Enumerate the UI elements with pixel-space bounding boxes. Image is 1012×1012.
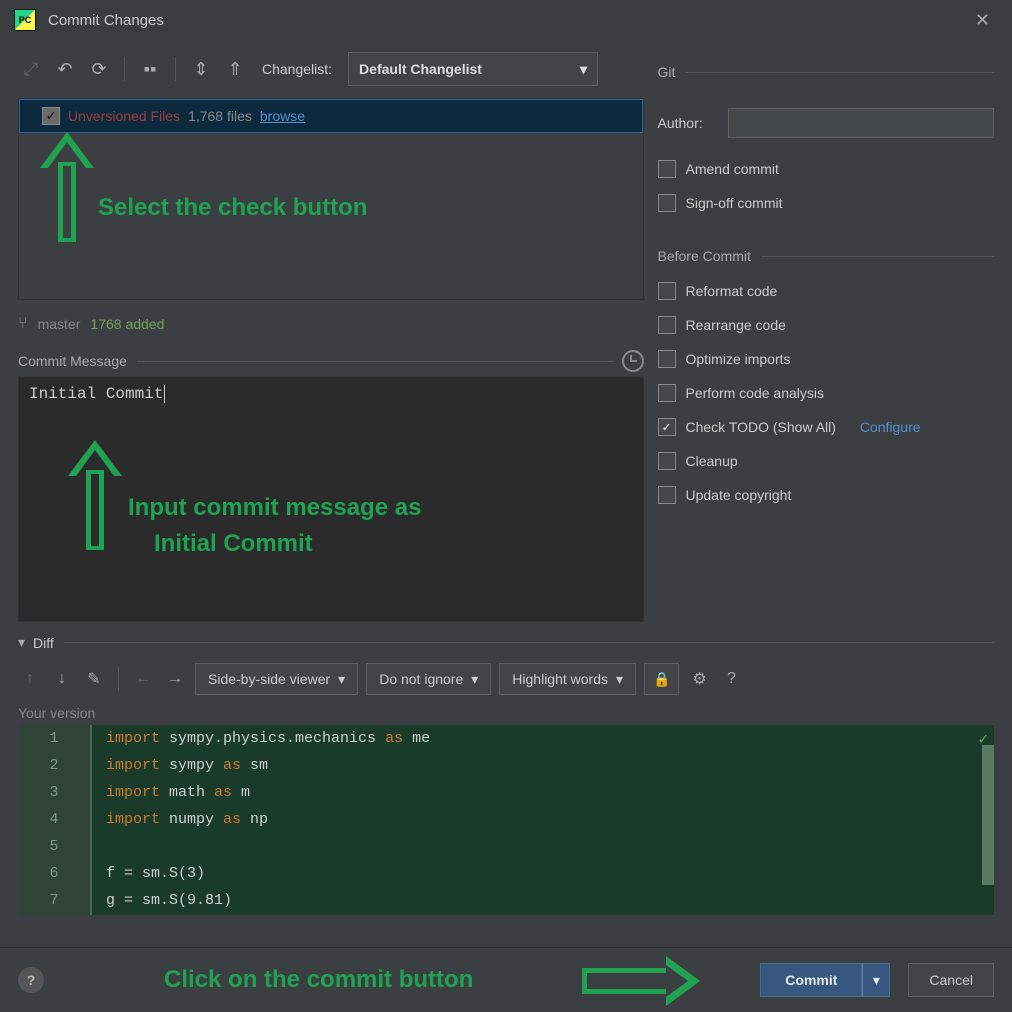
commit-message-header: Commit Message [18,350,644,372]
back-icon[interactable]: ← [131,667,155,691]
author-field: Author: [658,108,995,138]
changelist-label: Changelist: [262,61,332,77]
signoff-checkbox[interactable] [658,194,676,212]
undo-icon[interactable]: ↶ [52,56,78,82]
changelist-dropdown[interactable]: Default Changelist ▾ [348,52,598,86]
commit-dropdown[interactable]: ▾ [862,963,890,997]
configure-link[interactable]: Configure [860,419,921,435]
files-panel: ✓ Unversioned Files 1,768 files browse [18,98,644,300]
chevron-down-icon: ▾ [580,61,587,78]
branch-name: master [38,316,81,332]
group-icon[interactable]: ▪▪ [137,56,163,82]
diff-section-header[interactable]: ▾ Diff [18,634,994,651]
lock-button[interactable]: 🔒 [644,663,679,695]
reformat-checkbox[interactable] [658,282,676,300]
commit-dialog: PC Commit Changes ✕ ⤢ ↶ ⟳ ▪▪ ⇕ ⇑ Changel… [0,0,1012,1012]
git-section-header: Git [658,64,995,80]
todo-checkbox[interactable] [658,418,676,436]
dialog-footer: ? Commit ▾ Cancel [0,947,1012,1012]
gear-icon[interactable]: ⚙ [687,667,711,691]
author-label: Author: [658,115,728,131]
viewer-dropdown[interactable]: Side-by-side viewer▾ [195,663,358,695]
scrollbar[interactable] [982,745,994,885]
analysis-checkbox[interactable] [658,384,676,402]
copyright-checkbox[interactable] [658,486,676,504]
optimize-checkbox[interactable] [658,350,676,368]
history-icon[interactable] [622,350,644,372]
next-change-icon[interactable]: ↓ [50,667,74,691]
expand-icon[interactable]: ⤢ [18,56,44,82]
expand-all-icon[interactable]: ⇕ [188,56,214,82]
amend-label: Amend commit [686,161,779,177]
cancel-button[interactable]: Cancel [908,963,994,997]
amend-checkbox[interactable] [658,160,676,178]
branch-row: ⑂ master 1768 added [18,300,644,342]
prev-change-icon[interactable]: ↑ [18,667,42,691]
collapse-all-icon[interactable]: ⇑ [222,56,248,82]
unversioned-label: Unversioned Files [68,108,180,124]
annotation-arrow-2 [72,440,118,550]
changes-toolbar: ⤢ ↶ ⟳ ▪▪ ⇕ ⇑ Changelist: Default Changel… [18,40,644,98]
window-title: Commit Changes [48,12,164,29]
collapse-icon[interactable]: ▾ [18,634,25,651]
commit-button[interactable]: Commit [760,963,862,997]
refresh-icon[interactable]: ⟳ [86,56,112,82]
ignore-dropdown[interactable]: Do not ignore▾ [366,663,491,695]
unversioned-checkbox[interactable]: ✓ [42,107,60,125]
before-commit-header: Before Commit [658,248,995,264]
forward-icon[interactable]: → [163,667,187,691]
diff-toolbar: ↑ ↓ ✎ ← → Side-by-side viewer▾ Do not ig… [18,663,994,695]
unversioned-count: 1,768 files [188,108,252,124]
titlebar: PC Commit Changes ✕ [0,0,1012,40]
changelist-value: Default Changelist [359,61,482,77]
lock-icon: 🔒 [653,671,670,688]
cleanup-checkbox[interactable] [658,452,676,470]
added-count: 1768 added [90,316,164,332]
close-icon[interactable]: ✕ [967,6,998,35]
your-version-label: Your version [18,705,994,721]
annotation-arrow-1 [44,132,90,242]
signoff-label: Sign-off commit [686,195,783,211]
edit-icon[interactable]: ✎ [82,667,106,691]
unversioned-files-row[interactable]: ✓ Unversioned Files 1,768 files browse [19,99,643,133]
rearrange-checkbox[interactable] [658,316,676,334]
code-viewer[interactable]: ✓ 1234567 import sympy.physics.mechanics… [18,725,994,915]
branch-icon: ⑂ [18,315,28,333]
browse-link[interactable]: browse [260,108,305,124]
help-button[interactable]: ? [18,967,44,993]
app-icon: PC [14,9,36,31]
help-icon[interactable]: ? [719,667,743,691]
highlight-dropdown[interactable]: Highlight words▾ [499,663,636,695]
author-input[interactable] [728,108,995,138]
